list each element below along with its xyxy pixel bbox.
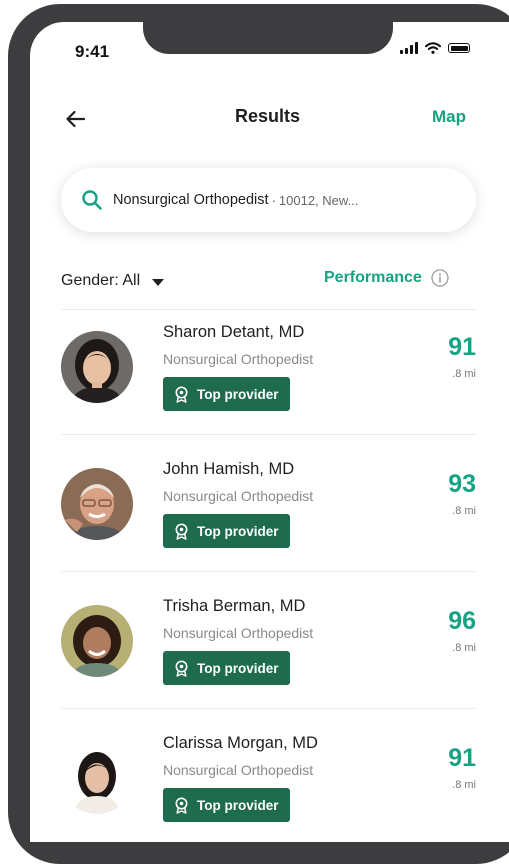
wifi-icon [425,42,441,54]
map-link[interactable]: Map [432,107,466,127]
top-provider-badge: Top provider [163,377,290,411]
provider-specialty: Nonsurgical Orthopedist [163,488,314,504]
distance: .8 mi [452,642,476,654]
provider-name: John Hamish, MD [163,460,295,478]
provider-avatar [61,605,133,677]
phone-notch [143,22,393,54]
divider [61,571,476,572]
award-ribbon-icon [175,660,188,677]
divider [61,708,476,709]
badge-label: Top provider [197,660,279,676]
badge-label: Top provider [197,386,279,402]
performance-score: 93 [448,470,476,498]
provider-specialty: Nonsurgical Orthopedist [163,625,314,641]
performance-score: 96 [448,607,476,635]
battery-icon [448,43,470,53]
distance: .8 mi [452,368,476,380]
arrow-left-icon [66,110,86,128]
gender-filter-dropdown[interactable]: Gender: All [61,272,165,290]
performance-sort-label: Performance [324,269,422,286]
distance: .8 mi [452,779,476,791]
performance-score: 91 [448,333,476,361]
provider-specialty: Nonsurgical Orthopedist [163,351,314,367]
divider [61,309,476,310]
page-title: Results [234,106,301,126]
provider-avatar [61,742,133,814]
provider-card[interactable]: Sharon Detant, MD Nonsurgical Orthopedis… [61,313,476,449]
search-location: 10012, New... [278,192,359,208]
provider-card[interactable]: Trisha Berman, MD Nonsurgical Orthopedis… [61,587,476,723]
search-icon [82,190,102,210]
performance-sort[interactable]: Performance [324,269,449,287]
provider-specialty: Nonsurgical Orthopedist [163,762,314,778]
provider-name: Clarissa Morgan, MD [163,734,318,752]
divider [61,434,476,435]
provider-card[interactable]: Clarissa Morgan, MD Nonsurgical Orthoped… [61,724,476,860]
top-provider-badge: Top provider [163,651,290,685]
info-icon[interactable] [431,269,449,287]
badge-label: Top provider [197,797,279,813]
status-time: 9:41 [75,42,110,61]
top-provider-badge: Top provider [163,788,290,822]
provider-avatar [61,331,133,403]
provider-avatar [61,468,133,540]
gender-filter-label: Gender: All [61,272,141,289]
top-provider-badge: Top provider [163,514,290,548]
award-ribbon-icon [175,797,188,814]
provider-name: Sharon Detant, MD [163,323,305,341]
signal-icon [400,42,418,54]
performance-score: 91 [448,744,476,772]
distance: .8 mi [452,505,476,517]
provider-name: Trisha Berman, MD [163,597,306,615]
award-ribbon-icon [175,386,188,403]
badge-label: Top provider [197,523,279,539]
status-icons [400,42,470,54]
search-separator: · [271,192,276,208]
search-bar[interactable]: Nonsurgical Orthopedist · 10012, New... [61,168,476,232]
search-query: Nonsurgical Orthopedist [113,192,269,208]
provider-card[interactable]: John Hamish, MD Nonsurgical Orthopedist … [61,450,476,586]
back-button[interactable] [60,104,94,134]
caret-down-icon [152,278,165,286]
award-ribbon-icon [175,523,188,540]
